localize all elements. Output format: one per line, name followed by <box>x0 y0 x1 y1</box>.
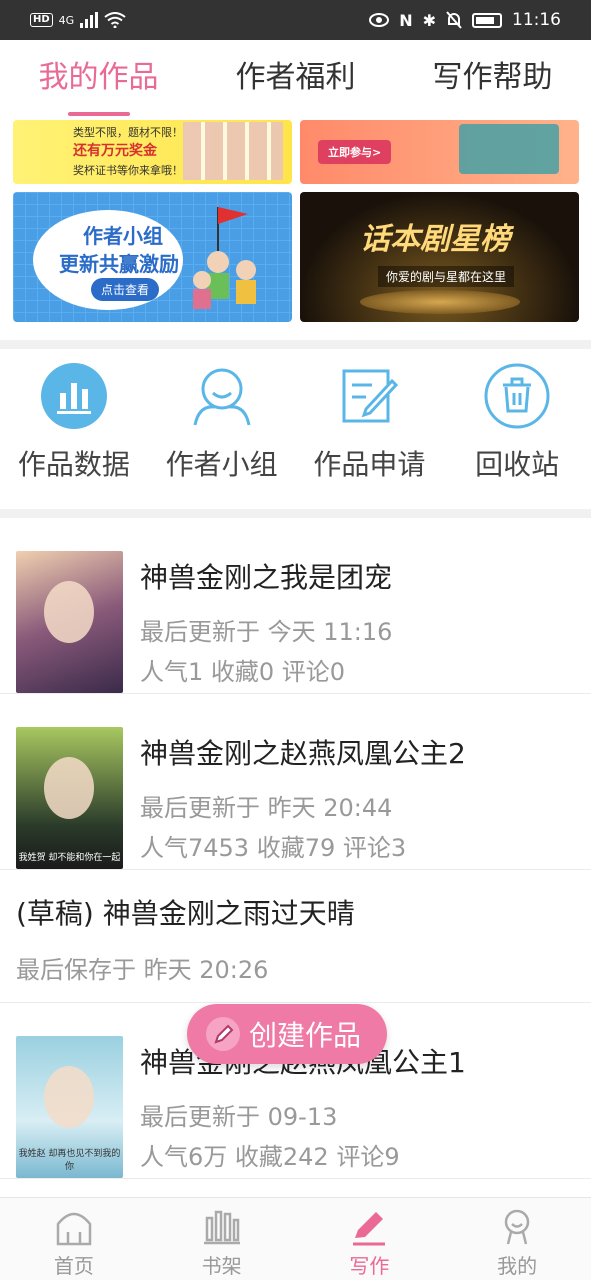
home-icon <box>56 1212 92 1246</box>
nav-label: 我的 <box>497 1254 538 1278</box>
nav-label: 首页 <box>53 1254 94 1278</box>
status-bar: HD 4G N ✱ 11:16 <box>0 0 591 40</box>
pencil-icon <box>206 1017 240 1051</box>
banner-contest[interactable]: 类型不限，题材不限！ 还有万元奖金 奖杯证书等你来拿哦！ <box>13 120 292 184</box>
nav-home[interactable]: 首页 <box>0 1198 148 1280</box>
action-label: 作品数据 <box>17 448 130 481</box>
work-updated: 最后更新于 09-13 <box>140 1103 338 1131</box>
cover-figure <box>44 1066 94 1128</box>
nav-bookshelf[interactable]: 书架 <box>148 1198 296 1280</box>
nav-mine[interactable]: 我的 <box>443 1198 591 1280</box>
action-author-group[interactable]: 作者小组 <box>148 349 296 509</box>
work-saved: 最后保存于 昨天 20:26 <box>16 956 269 984</box>
banner-drama-subtitle: 你爱的剧与星都在这里 <box>378 266 515 287</box>
action-recycle-bin[interactable]: 回收站 <box>443 349 591 509</box>
work-updated: 最后更新于 昨天 20:44 <box>140 794 393 822</box>
banner-area: 类型不限，题材不限！ 还有万元奖金 奖杯证书等你来拿哦！ 立即参与> 作者小组 … <box>0 120 591 340</box>
cover-caption: 我姓贺 却不能和你在一起 <box>18 853 121 863</box>
bluetooth-icon: ✱ <box>422 10 436 30</box>
wifi-icon <box>104 12 126 28</box>
battery-icon <box>472 12 502 28</box>
cover-caption: 我姓赵 却再也见不到我的你 <box>18 1149 121 1172</box>
cover-figure <box>44 757 94 819</box>
works-list: 神兽金刚之我是团宠 最后更新于 今天 11:16 人气1 收藏0 评论0 我姓贺… <box>0 518 591 1179</box>
quick-actions: 作品数据 作者小组 作品申请 回收站 <box>0 349 591 509</box>
profile-icon <box>504 1209 530 1245</box>
work-stats: 人气7453 收藏79 评论3 <box>140 834 407 862</box>
books-illustration <box>459 124 559 174</box>
work-updated: 最后更新于 今天 11:16 <box>140 618 393 646</box>
work-item[interactable]: 神兽金刚之我是团宠 最后更新于 今天 11:16 人气1 收藏0 评论0 <box>0 518 591 694</box>
bookshelf-icon <box>203 1210 240 1245</box>
work-item[interactable]: 我姓贺 却不能和你在一起 神兽金刚之赵燕凤凰公主2 最后更新于 昨天 20:44… <box>0 694 591 870</box>
banner-drama-title: 话本剧星榜 <box>360 222 510 257</box>
signal-icon <box>80 12 99 28</box>
banner-view-button[interactable]: 点击查看 <box>91 278 160 301</box>
nav-label: 写作 <box>349 1254 390 1278</box>
banner-author-group-subtitle: 更新共赢激励 <box>59 252 179 276</box>
banner-author-group[interactable]: 作者小组 更新共赢激励 点击查看 <box>13 192 292 322</box>
hd-indicator: HD <box>30 13 53 27</box>
section-divider <box>0 340 591 349</box>
clock: 11:16 <box>512 10 561 30</box>
tab-writing-help[interactable]: 写作帮助 <box>394 40 591 120</box>
create-work-label: 创建作品 <box>249 1019 362 1052</box>
work-title: 神兽金刚之我是团宠 <box>140 561 393 594</box>
work-cover-image <box>16 551 123 693</box>
eye-icon <box>369 13 390 27</box>
banner-photos <box>183 122 283 180</box>
action-label: 作品申请 <box>313 448 426 481</box>
work-cover-image: 我姓赵 却再也见不到我的你 <box>16 1036 123 1178</box>
action-label: 回收站 <box>475 448 560 481</box>
create-work-button[interactable]: 创建作品 <box>187 1004 387 1064</box>
mute-bell-icon <box>446 11 462 29</box>
stage-illustration <box>360 290 520 314</box>
action-work-data[interactable]: 作品数据 <box>0 349 148 509</box>
work-cover-image: 我姓贺 却不能和你在一起 <box>16 727 123 869</box>
tab-author-benefits[interactable]: 作者福利 <box>197 40 394 120</box>
network-indicator: 4G <box>58 13 75 27</box>
work-title: (草稿) 神兽金刚之雨过天晴 <box>16 897 355 930</box>
action-work-apply[interactable]: 作品申请 <box>296 349 444 509</box>
pen-icon <box>353 1212 386 1246</box>
edit-doc-icon <box>342 369 399 423</box>
group-icon <box>193 368 251 426</box>
bottom-nav: 首页 书架 写作 我的 <box>0 1197 591 1280</box>
top-tabs: 我的作品 作者福利 写作帮助 <box>0 40 591 120</box>
banner-contest-line2: 还有万元奖金 <box>73 143 157 159</box>
cover-figure <box>44 581 94 643</box>
nav-label: 书架 <box>201 1254 242 1278</box>
action-label: 作者小组 <box>165 448 278 481</box>
trash-icon <box>484 363 550 429</box>
nav-write[interactable]: 写作 <box>296 1198 444 1280</box>
people-flag-illustration <box>193 207 256 309</box>
work-stats: 人气6万 收藏242 评论9 <box>140 1143 400 1171</box>
section-divider <box>0 509 591 518</box>
work-stats: 人气1 收藏0 评论0 <box>140 658 346 686</box>
banner-join[interactable]: 立即参与> <box>300 120 579 184</box>
work-title: 神兽金刚之赵燕凤凰公主2 <box>140 737 466 770</box>
nfc-icon: N <box>399 10 413 30</box>
banner-contest-line1: 类型不限，题材不限！ <box>73 126 183 139</box>
work-item-draft[interactable]: (草稿) 神兽金刚之雨过天晴 最后保存于 昨天 20:26 <box>0 870 591 1003</box>
tab-my-works[interactable]: 我的作品 <box>0 40 197 120</box>
banner-join-button[interactable]: 立即参与> <box>318 140 392 164</box>
banner-contest-line3: 奖杯证书等你来拿哦！ <box>73 164 183 177</box>
bar-chart-icon <box>40 363 107 429</box>
banner-drama-stars[interactable]: 话本剧星榜 你爱的剧与星都在这里 <box>300 192 579 322</box>
banner-author-group-title: 作者小组 <box>83 224 163 248</box>
